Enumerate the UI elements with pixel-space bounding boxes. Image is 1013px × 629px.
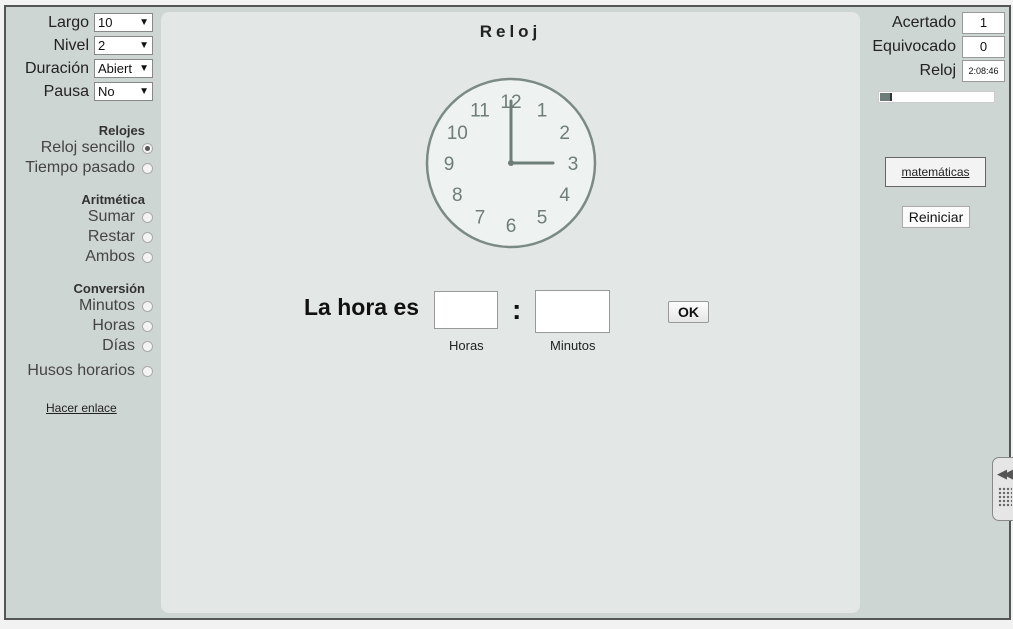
stat-timer: Reloj 2:08:46: [920, 60, 1005, 82]
correct-label: Acertado: [891, 14, 956, 31]
option-label: Tiempo pasado: [25, 159, 135, 176]
option-minutos[interactable]: Minutos: [79, 297, 153, 315]
radio-icon[interactable]: [142, 231, 153, 243]
radio-selected-icon[interactable]: [142, 142, 153, 154]
setting-largo-label: Largo: [48, 13, 89, 31]
math-button[interactable]: matemáticas: [885, 157, 986, 187]
option-horas[interactable]: Horas: [92, 317, 153, 335]
clock-number-2: 2: [559, 123, 570, 144]
app-frame: Largo 10 ▼ Nivel 2 ▼ Duración Abiert ▼ Paus…: [4, 5, 1011, 620]
option-husos-horarios[interactable]: Husos horarios: [27, 362, 153, 380]
setting-pausa: Pausa No ▼: [44, 82, 153, 101]
progress-fill: [880, 93, 892, 101]
analog-clock: 121234567891011: [425, 77, 597, 249]
progress-bar: [878, 91, 995, 103]
option-sumar[interactable]: Sumar: [88, 208, 153, 226]
clock-number-11: 11: [470, 100, 490, 121]
option-restar[interactable]: Restar: [88, 228, 153, 246]
option-label: Restar: [87, 228, 135, 245]
setting-duracion-label: Duración: [24, 59, 89, 77]
radio-icon[interactable]: [142, 340, 153, 352]
minutes-label: Minutos: [550, 338, 596, 353]
nivel-select-value: 2: [98, 38, 106, 53]
radio-icon[interactable]: [142, 211, 153, 223]
option-label: Ambos: [85, 248, 135, 265]
answer-label: La hora es: [304, 294, 420, 320]
dropdown-arrow-icon: ▼: [139, 86, 149, 97]
duracion-select-value: Abiert: [98, 61, 132, 76]
clock-number-3: 3: [568, 154, 579, 175]
timer-label: Reloj: [919, 62, 956, 79]
option-label: Minutos: [78, 297, 135, 314]
option-label: Sumar: [87, 208, 135, 225]
minutes-input[interactable]: [535, 290, 610, 333]
main-panel: Reloj 121234567891011 La hora es : Horas…: [161, 12, 860, 613]
clock-number-7: 7: [475, 208, 486, 229]
dropdown-arrow-icon: ▼: [139, 63, 149, 74]
option-tiempo-pasado[interactable]: Tiempo pasado: [25, 159, 153, 177]
pausa-select[interactable]: No ▼: [94, 82, 153, 101]
group-conversion-heading: Conversión: [73, 281, 145, 296]
answer-row: La hora es : Horas Minutos OK: [161, 286, 860, 366]
option-reloj-sencillo[interactable]: Reloj sencillo: [41, 139, 153, 157]
ok-button[interactable]: OK: [668, 301, 709, 323]
dropdown-arrow-icon: ▼: [139, 17, 149, 28]
setting-nivel: Nivel 2 ▼: [53, 36, 153, 55]
correct-value: 1: [962, 12, 1005, 34]
setting-largo: Largo 10 ▼: [48, 13, 153, 32]
option-label: Horas: [92, 317, 135, 334]
largo-select-value: 10: [98, 15, 113, 30]
nivel-select[interactable]: 2 ▼: [94, 36, 153, 55]
collapse-chevron-icon: ◀◀: [997, 466, 1013, 481]
option-dias[interactable]: Días: [102, 337, 153, 355]
clock-number-6: 6: [506, 216, 517, 237]
duracion-select[interactable]: Abiert ▼: [94, 59, 153, 78]
timer-value: 2:08:46: [962, 60, 1005, 82]
group-aritmetica-heading: Aritmética: [81, 192, 145, 207]
clock-number-4: 4: [559, 185, 570, 206]
restart-button[interactable]: Reiniciar: [902, 206, 970, 228]
option-label: Días: [102, 337, 135, 354]
clock-number-8: 8: [452, 185, 463, 206]
largo-select[interactable]: 10 ▼: [94, 13, 153, 32]
wrong-label: Equivocado: [872, 38, 956, 55]
grip-icon: [998, 487, 1012, 507]
clock-number-10: 10: [447, 123, 468, 144]
option-label: Husos horarios: [27, 362, 135, 379]
page-title: Reloj: [479, 22, 542, 41]
left-sidebar: Largo 10 ▼ Nivel 2 ▼ Duración Abiert ▼ Paus…: [6, 7, 161, 618]
clock-number-1: 1: [537, 100, 548, 121]
make-link[interactable]: Hacer enlace: [46, 401, 117, 415]
dropdown-arrow-icon: ▼: [139, 40, 149, 51]
radio-icon[interactable]: [142, 162, 153, 174]
stat-wrong: Equivocado 0: [872, 36, 1005, 58]
radio-icon[interactable]: [142, 320, 153, 332]
wrong-value: 0: [962, 36, 1005, 58]
hours-label: Horas: [449, 338, 484, 353]
stat-correct: Acertado 1: [892, 12, 1005, 34]
setting-duracion: Duración Abiert ▼: [25, 59, 153, 78]
clock-number-5: 5: [537, 208, 548, 229]
group-relojes-heading: Relojes: [98, 123, 145, 138]
side-panel-toggle[interactable]: ◀◀: [992, 457, 1013, 521]
hours-input[interactable]: [434, 291, 498, 329]
radio-icon[interactable]: [142, 251, 153, 263]
time-separator: :: [512, 294, 522, 325]
clock-center: [508, 160, 514, 166]
option-label: Reloj sencillo: [40, 139, 135, 156]
right-panel: Acertado 1 Equivocado 0 Reloj 2:08:46 ma…: [862, 7, 1013, 618]
clock-number-9: 9: [444, 154, 455, 175]
radio-icon[interactable]: [142, 365, 153, 377]
option-ambos[interactable]: Ambos: [85, 248, 153, 266]
setting-nivel-label: Nivel: [53, 36, 89, 54]
radio-icon[interactable]: [142, 300, 153, 312]
setting-pausa-label: Pausa: [43, 82, 89, 100]
pausa-select-value: No: [98, 84, 115, 99]
